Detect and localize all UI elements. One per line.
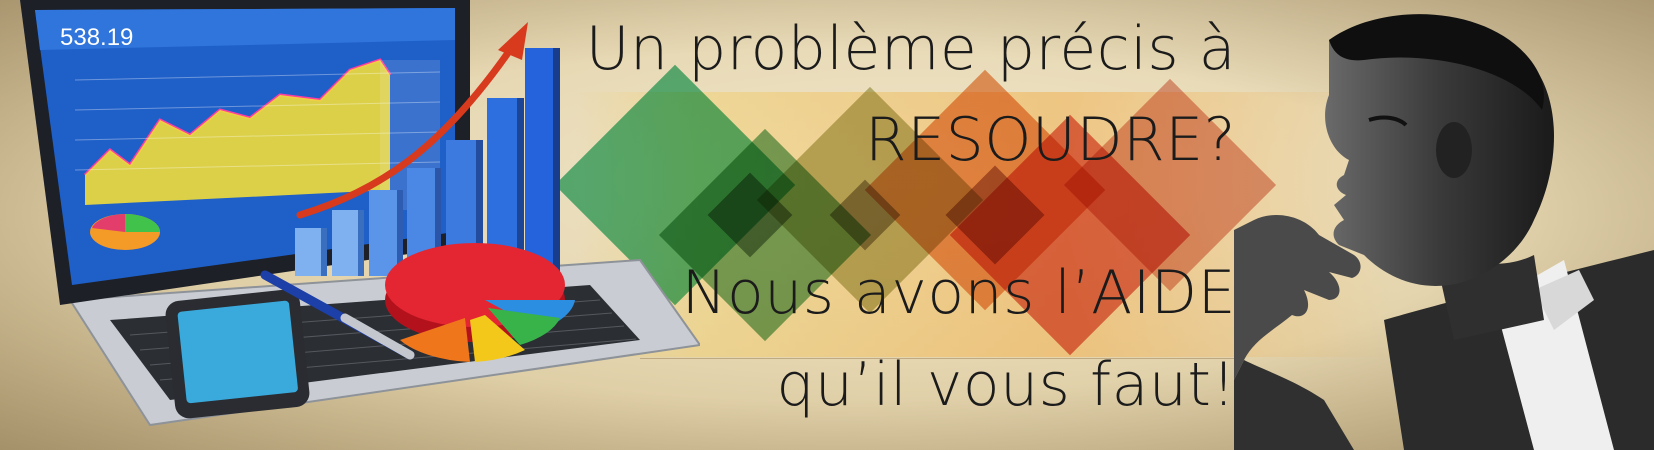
headline-line-2: RESOUDRE? [865, 105, 1236, 175]
headline-line-3: Nous avons l’AIDE [681, 258, 1236, 328]
smartphone [165, 289, 310, 419]
decorative-divider [640, 358, 1240, 359]
hero-banner: 538.19 Un problème précis à RESOUDRE? No… [0, 0, 1654, 450]
headline-line-1: Un problème précis à [585, 14, 1236, 84]
pensive-man-photo [1234, 14, 1654, 450]
screen-price-value: 538.19 [60, 24, 133, 51]
headline-line-4: qu’il vous faut! [776, 350, 1236, 420]
